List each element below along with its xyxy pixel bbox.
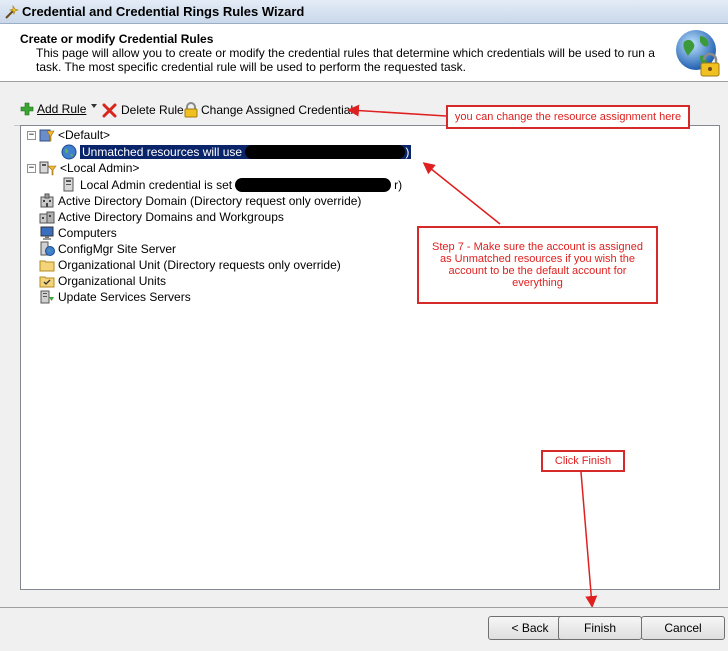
computer-icon (63, 177, 74, 192)
tree-node-unmatched[interactable]: Unmatched resources will use ) (61, 144, 412, 160)
local-admin-label: <Local Admin> (60, 161, 140, 175)
site-server-icon (40, 241, 55, 256)
tree-node-ad-domains-workgroups[interactable]: Active Directory Domains and Workgroups (39, 209, 284, 225)
change-credential-label: Change Assigned Credential (201, 103, 354, 117)
filter-folder-icon (39, 129, 55, 142)
tree-node-computers[interactable]: Computers (39, 225, 117, 241)
tree-node-organizational-unit[interactable]: Organizational Unit (Directory requests … (39, 257, 341, 273)
annotation-resource-assignment: you can change the resource assignment h… (446, 105, 690, 129)
computers-label: Computers (58, 226, 117, 240)
annotation-finish-text: Click Finish (554, 455, 612, 467)
finish-button[interactable]: Finish (558, 616, 642, 640)
configmgr-site-server-label: ConfigMgr Site Server (58, 242, 177, 256)
annotation-click-finish: Click Finish (541, 450, 625, 472)
update-server-icon (40, 290, 54, 304)
title-bar: Credential and Credential Rings Rules Wi… (0, 0, 728, 24)
chevron-down-icon (91, 104, 97, 108)
delete-rule-label: Delete Rule (121, 103, 184, 117)
tree-node-local-admin[interactable]: <Local Admin> (39, 160, 139, 176)
unmatched-selected: Unmatched resources will use ) (80, 144, 412, 160)
unmatched-suffix: ) (405, 144, 410, 159)
tree-node-update-services-servers[interactable]: Update Services Servers (39, 289, 191, 305)
tree-node-default[interactable]: <Default> (39, 127, 110, 143)
page-description: This page will allow you to create or mo… (36, 46, 655, 74)
local-admin-suffix: r) (394, 178, 403, 192)
update-services-servers-label: Update Services Servers (58, 290, 191, 304)
collapse-default-toggle[interactable]: − (27, 131, 36, 140)
local-admin-credential-label: Local Admin credential is set (80, 178, 233, 192)
plus-icon (20, 102, 34, 116)
delete-rule-button[interactable]: Delete Rule (102, 102, 184, 118)
folder-check-icon (39, 276, 55, 288)
annotation-step7: Step 7 - Make sure the account is assign… (417, 226, 658, 304)
tree-node-local-admin-credential[interactable]: Local Admin credential is set r) (61, 177, 402, 193)
credential-rules-tree[interactable]: − <Default> Unmatched resources will use… (20, 125, 720, 590)
wizard-icon (5, 5, 19, 19)
cancel-button[interactable]: Cancel (641, 616, 725, 640)
tree-node-ad-domain[interactable]: Active Directory Domain (Directory reque… (39, 193, 361, 209)
lock-icon (184, 102, 198, 118)
redacted-account (245, 145, 406, 160)
collapse-local-admin-toggle[interactable]: − (27, 164, 36, 173)
default-label: <Default> (58, 128, 111, 142)
monitor-icon (40, 226, 54, 240)
globe-lock-icon (676, 30, 720, 77)
building-icon (40, 193, 54, 208)
ad-domains-workgroups-label: Active Directory Domains and Workgroups (58, 210, 284, 224)
ad-domain-label: Active Directory Domain (Directory reque… (58, 194, 362, 208)
change-credential-button[interactable]: Change Assigned Credential (184, 102, 353, 118)
delete-x-icon (102, 103, 117, 118)
unmatched-label: Unmatched resources will use (82, 144, 243, 159)
folder-icon (39, 260, 55, 272)
tree-node-organizational-units[interactable]: Organizational Units (39, 273, 166, 289)
organizational-units-label: Organizational Units (58, 274, 167, 288)
page-title: Create or modify Credential Rules (20, 32, 214, 46)
globe-icon (61, 144, 77, 160)
add-rule-dropdown[interactable] (90, 102, 98, 110)
annotation-step7-text: Step 7 - Make sure the account is assign… (432, 241, 643, 289)
window-title: Credential and Credential Rings Rules Wi… (22, 4, 305, 19)
wizard-header: Create or modify Credential Rules This p… (0, 24, 728, 82)
annotation-resource-text: you can change the resource assignment h… (454, 111, 682, 123)
add-rule-label: Add Rule (37, 102, 87, 116)
add-rule-button[interactable]: Add Rule (20, 102, 86, 116)
computer-filter-icon (39, 161, 57, 176)
tree-node-configmgr-site-server[interactable]: ConfigMgr Site Server (39, 241, 176, 257)
redacted-local-admin (235, 178, 392, 192)
buildings-icon (39, 211, 55, 224)
organizational-unit-label: Organizational Unit (Directory requests … (58, 258, 341, 272)
